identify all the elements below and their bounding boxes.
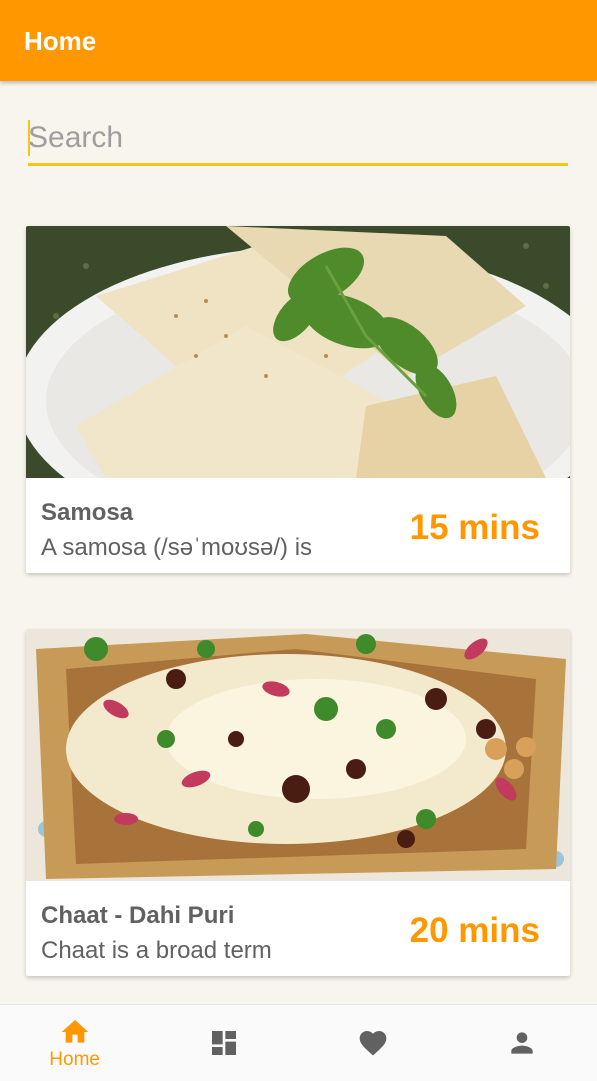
- text-cursor: [28, 120, 30, 156]
- recipe-description: Chaat is a broad term: [41, 937, 272, 964]
- nav-item-favorites[interactable]: [299, 1005, 448, 1081]
- search-field[interactable]: [28, 114, 568, 166]
- nav-item-dashboard[interactable]: [149, 1005, 298, 1081]
- person-icon: [511, 1032, 534, 1054]
- nav-item-profile[interactable]: [448, 1005, 597, 1081]
- recipe-description: A samosa (/səˈmoʊsə/) is: [41, 534, 313, 561]
- recipe-time: 15 mins: [409, 508, 540, 547]
- nav-label-home: Home: [49, 1048, 100, 1070]
- recipe-card[interactable]: Samosa A samosa (/səˈmoʊsə/) is 15 mins: [26, 226, 570, 573]
- search-input[interactable]: [28, 114, 568, 162]
- heart-icon: [359, 1031, 387, 1056]
- recipe-card[interactable]: Chaat - Dahi Puri Chaat is a broad term …: [26, 629, 570, 976]
- page-title: Home: [24, 26, 97, 56]
- recipe-title: Samosa: [41, 499, 134, 526]
- dashboard-icon: [211, 1031, 236, 1055]
- home-icon: [61, 1019, 88, 1043]
- chaat-photo: [26, 629, 570, 881]
- app-bar: Home: [0, 0, 597, 81]
- recipe-time: 20 mins: [409, 911, 540, 950]
- nav-item-home[interactable]: Home: [0, 1005, 149, 1081]
- recipe-title: Chaat - Dahi Puri: [41, 902, 235, 929]
- samosa-photo: [26, 226, 570, 478]
- bottom-navigation: Home: [0, 1004, 597, 1081]
